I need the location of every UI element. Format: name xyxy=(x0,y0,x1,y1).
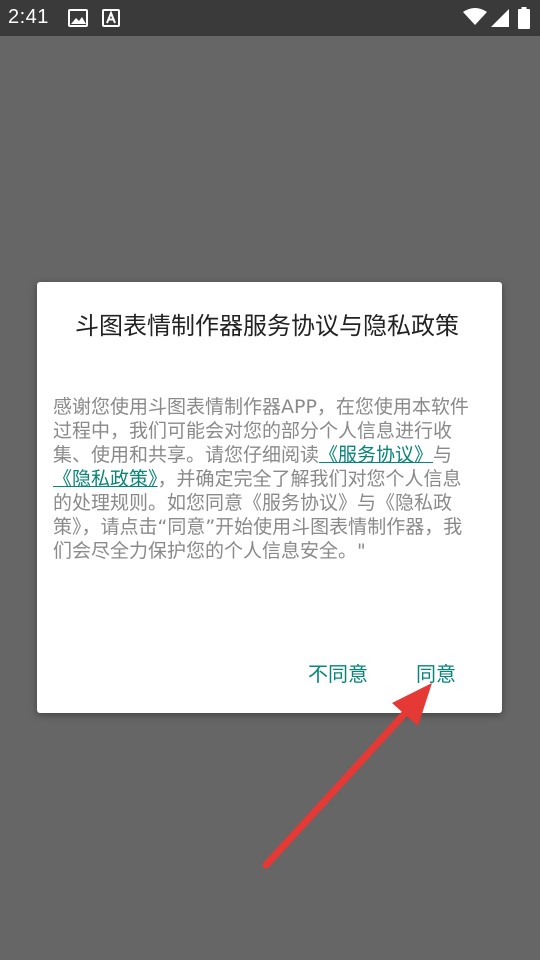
arrow-shaft xyxy=(262,706,412,869)
pointer-arrow xyxy=(262,683,432,869)
